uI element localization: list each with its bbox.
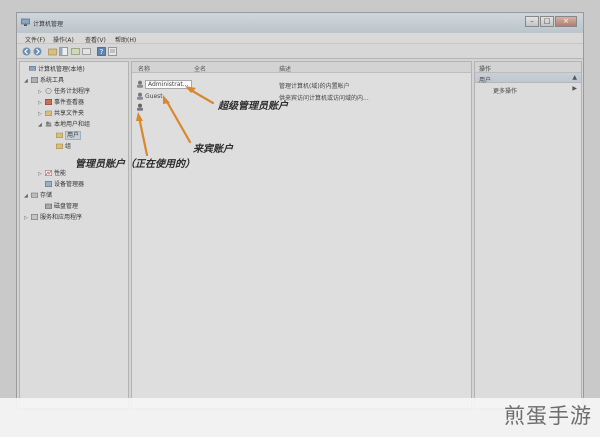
tree-item-label: 性能 bbox=[54, 170, 67, 177]
expand-toggle-icon[interactable]: ▷ bbox=[38, 111, 45, 117]
list-column-header: 名称 全名 描述 bbox=[132, 62, 471, 73]
tree-item-label: 服务和应用程序 bbox=[40, 214, 83, 221]
tree-item-label: 本地用户和组 bbox=[54, 121, 91, 128]
more-actions-item[interactable]: 更多操作 ▶ bbox=[475, 84, 581, 95]
expand-toggle-icon[interactable]: ◢ bbox=[24, 193, 31, 199]
performance-icon bbox=[45, 170, 52, 176]
help-icon[interactable]: ? bbox=[97, 47, 106, 56]
close-button[interactable]: × bbox=[555, 16, 577, 27]
column-header-description[interactable]: 描述 bbox=[279, 64, 291, 73]
annotation-super-admin: 超级管理员账户 bbox=[218, 101, 288, 112]
console-tree[interactable]: 计算机管理(本地) ◢ 系统工具 ▷ 任务计划程序 ▷ 事件查看器 ▷ 共享文件夹 ◢ 本… bbox=[19, 61, 129, 409]
tree-item-computer-management[interactable]: 计算机管理(本地) bbox=[22, 64, 85, 73]
maximize-button[interactable]: □ bbox=[540, 16, 554, 27]
actions-header: 操作 bbox=[475, 62, 581, 73]
back-icon[interactable] bbox=[22, 47, 31, 56]
tree-item-storage[interactable]: ◢ 存储 bbox=[24, 190, 52, 199]
refresh-icon[interactable] bbox=[71, 47, 80, 56]
table-row[interactable]: Guest 供来宾访问计算机或访问域的内... bbox=[132, 91, 471, 102]
tree-item-label: 事件查看器 bbox=[54, 99, 85, 106]
folder-icon bbox=[56, 143, 63, 149]
title-bar[interactable]: 计算机管理 – □ × bbox=[17, 13, 583, 33]
show-hide-tree-icon[interactable] bbox=[59, 47, 68, 56]
table-row[interactable] bbox=[132, 102, 471, 112]
user-name: Administrat... bbox=[145, 80, 192, 89]
folder-icon bbox=[56, 132, 63, 138]
annotation-admin-in-use: 管理员账户（正在使用的） bbox=[75, 159, 195, 170]
computer-management-icon bbox=[21, 18, 30, 26]
tree-item-label: 存储 bbox=[40, 192, 53, 199]
export-icon[interactable] bbox=[82, 47, 91, 56]
tree-item-shared-folders[interactable]: ▷ 共享文件夹 bbox=[38, 108, 84, 117]
tree-item-device-manager[interactable]: 设备管理器 bbox=[45, 179, 84, 188]
device-icon bbox=[45, 181, 52, 187]
submenu-arrow-icon: ▶ bbox=[572, 85, 577, 92]
watermark: 煎蛋手游 bbox=[504, 404, 592, 428]
tree-item-label: 任务计划程序 bbox=[54, 88, 91, 95]
expand-toggle-icon[interactable]: ◢ bbox=[24, 78, 31, 84]
tree-item-label: 组 bbox=[65, 143, 72, 150]
storage-icon bbox=[31, 192, 38, 198]
actions-pane: 操作 用户 ▲ 更多操作 ▶ bbox=[474, 61, 582, 409]
computer-management-window: 计算机管理 – □ × 文件(F) 操作(A) 查看(V) 帮助(H) ? 计算… bbox=[16, 12, 584, 410]
tools-icon bbox=[31, 77, 38, 83]
toolbar: ? bbox=[17, 44, 583, 59]
expand-toggle-icon[interactable]: ▷ bbox=[24, 215, 31, 221]
window-title: 计算机管理 bbox=[33, 21, 64, 28]
tree-item-services-applications[interactable]: ▷ 服务和应用程序 bbox=[24, 212, 82, 221]
disk-icon bbox=[45, 203, 52, 209]
tree-item-performance[interactable]: ▷ 性能 bbox=[38, 168, 66, 177]
svg-text:?: ? bbox=[100, 48, 104, 56]
column-header-name[interactable]: 名称 bbox=[138, 64, 150, 73]
up-icon[interactable] bbox=[48, 47, 57, 56]
expand-toggle-icon[interactable]: ◢ bbox=[38, 122, 45, 128]
expand-toggle-icon[interactable]: ▷ bbox=[38, 100, 45, 106]
folder-icon bbox=[45, 110, 52, 116]
forward-icon[interactable] bbox=[33, 47, 42, 56]
user-icon bbox=[137, 80, 143, 88]
user-name: Guest bbox=[145, 93, 163, 100]
more-actions-label: 更多操作 bbox=[493, 88, 518, 95]
actions-header-label: 操作 bbox=[479, 66, 492, 73]
table-row[interactable]: Administrat... 管理计算机(域)的内置帐户 bbox=[132, 79, 471, 90]
menu-file[interactable]: 文件(F) bbox=[25, 35, 45, 44]
properties-icon[interactable] bbox=[108, 47, 117, 56]
expand-toggle-icon[interactable]: ▷ bbox=[38, 171, 45, 177]
menu-bar: 文件(F) 操作(A) 查看(V) 帮助(H) bbox=[17, 33, 583, 44]
users-icon bbox=[45, 121, 52, 127]
tree-item-label: 共享文件夹 bbox=[54, 110, 85, 117]
tree-item-label: 磁盘管理 bbox=[54, 203, 79, 210]
user-icon bbox=[137, 92, 143, 100]
user-description: 管理计算机(域)的内置帐户 bbox=[279, 83, 350, 90]
menu-action[interactable]: 操作(A) bbox=[53, 35, 74, 44]
actions-section-label: 用户 bbox=[479, 77, 492, 84]
actions-section-users[interactable]: 用户 ▲ bbox=[475, 73, 581, 84]
user-list-pane[interactable]: 名称 全名 描述 Administrat... 管理计算机(域)的内置帐户 Gu… bbox=[131, 61, 472, 409]
tree-item-label: 系统工具 bbox=[40, 77, 65, 84]
menu-view[interactable]: 查看(V) bbox=[85, 35, 106, 44]
computer-icon bbox=[29, 66, 36, 71]
user-description: 供来宾访问计算机或访问域的内... bbox=[279, 95, 369, 102]
tree-item-label: 设备管理器 bbox=[54, 181, 85, 188]
tree-item-task-scheduler[interactable]: ▷ 任务计划程序 bbox=[38, 86, 90, 95]
clock-icon bbox=[45, 88, 52, 94]
menu-help[interactable]: 帮助(H) bbox=[115, 35, 136, 44]
collapse-arrow-icon[interactable]: ▲ bbox=[572, 74, 577, 81]
expand-toggle-icon[interactable]: ▷ bbox=[38, 89, 45, 95]
tree-item-disk-management[interactable]: 磁盘管理 bbox=[45, 201, 78, 210]
tree-item-local-users-groups[interactable]: ◢ 本地用户和组 bbox=[38, 119, 90, 128]
tree-item-groups[interactable]: 组 bbox=[56, 141, 71, 150]
services-icon bbox=[31, 214, 38, 220]
tree-item-label: 计算机管理(本地) bbox=[38, 66, 85, 73]
tree-item-system-tools[interactable]: ◢ 系统工具 bbox=[24, 75, 64, 84]
minimize-button[interactable]: – bbox=[525, 16, 539, 27]
event-icon bbox=[45, 99, 52, 105]
annotation-guest: 来宾账户 bbox=[193, 144, 233, 155]
column-header-fullname[interactable]: 全名 bbox=[194, 64, 206, 73]
tree-item-users[interactable]: 用户 bbox=[56, 130, 82, 140]
tree-item-label: 用户 bbox=[65, 131, 82, 140]
user-icon bbox=[137, 103, 143, 111]
tree-item-event-viewer[interactable]: ▷ 事件查看器 bbox=[38, 97, 84, 106]
